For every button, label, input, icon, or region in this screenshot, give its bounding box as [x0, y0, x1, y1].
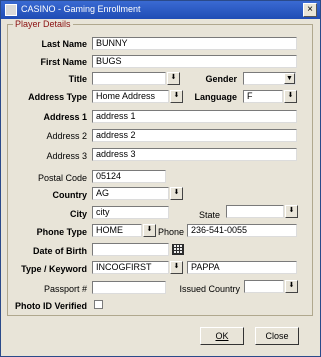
state-label: State: [198, 210, 220, 220]
close-button-label: Close: [265, 331, 289, 341]
title-label: Title: [68, 74, 87, 84]
keyword-type-field[interactable]: INCOGFIRST: [92, 261, 169, 274]
city-label: City: [69, 209, 87, 219]
address3-label: Address 3: [46, 151, 87, 161]
passport-label: Passport #: [43, 284, 87, 294]
ok-button[interactable]: OK: [200, 327, 244, 345]
last-name-field[interactable]: BUNNY: [92, 37, 297, 50]
gender-dropdown-arrow-icon[interactable]: ▼: [284, 73, 295, 84]
photo-id-verified-checkbox[interactable]: [94, 300, 103, 309]
issued-country-lov-button[interactable]: ⬇: [285, 280, 298, 293]
ok-button-label: OK: [215, 331, 229, 341]
title-bar: CASINO - Gaming Enrollment ×: [1, 1, 320, 19]
last-name-label: Last Name: [41, 39, 87, 49]
first-name-field[interactable]: BUGS: [92, 55, 297, 68]
city-field[interactable]: city: [92, 206, 169, 219]
photo-id-verified-label: Photo ID Verified: [14, 301, 87, 311]
title-lov-button[interactable]: ⬇: [167, 72, 180, 85]
enrollment-window: CASINO - Gaming Enrollment × Player Deta…: [0, 0, 321, 357]
state-field[interactable]: [226, 205, 284, 218]
address-type-field[interactable]: Home Address: [92, 90, 169, 103]
address2-field[interactable]: address 2: [92, 129, 297, 142]
address2-label: Address 2: [46, 131, 87, 141]
state-lov-button[interactable]: ⬇: [285, 205, 298, 218]
language-field[interactable]: F: [243, 90, 283, 103]
first-name-label: First Name: [40, 57, 87, 67]
calendar-icon[interactable]: [172, 244, 184, 255]
phone-label: Phone: [158, 227, 185, 237]
phone-type-label: Phone Type: [36, 227, 87, 237]
country-field[interactable]: AG: [92, 187, 169, 200]
dob-field[interactable]: [92, 243, 169, 256]
postal-code-field[interactable]: 05124: [92, 170, 166, 183]
issued-country-label: Issued Country: [179, 284, 240, 294]
phone-type-field[interactable]: HOME: [92, 224, 142, 237]
keyword-field[interactable]: PAPPA: [187, 261, 297, 274]
address-type-label: Address Type: [28, 92, 87, 102]
country-lov-button[interactable]: ⬇: [170, 187, 183, 200]
passport-field[interactable]: [92, 281, 166, 294]
window-close-button[interactable]: ×: [303, 3, 317, 17]
gender-label: Gender: [205, 74, 237, 84]
group-legend: Player Details: [13, 19, 73, 29]
phone-field[interactable]: 236-541-0055: [187, 224, 297, 237]
keyword-type-lov-button[interactable]: ⬇: [170, 261, 183, 274]
language-lov-button[interactable]: ⬇: [284, 90, 297, 103]
postal-code-label: Postal Code: [37, 173, 87, 183]
type-keyword-label: Type / Keyword: [21, 264, 87, 274]
window-title: CASINO - Gaming Enrollment: [21, 4, 141, 14]
address3-field[interactable]: address 3: [92, 148, 297, 161]
app-icon: [5, 4, 17, 16]
address1-field[interactable]: address 1: [92, 110, 297, 123]
phone-type-lov-button[interactable]: ⬇: [143, 224, 156, 237]
issued-country-field[interactable]: [244, 280, 284, 293]
address1-label: Address 1: [43, 112, 87, 122]
address-type-lov-button[interactable]: ⬇: [170, 90, 183, 103]
country-label: Country: [52, 190, 88, 200]
title-field[interactable]: [92, 72, 166, 85]
language-label: Language: [194, 92, 237, 102]
close-button[interactable]: Close: [255, 327, 299, 345]
dob-label: Date of Birth: [33, 246, 87, 256]
